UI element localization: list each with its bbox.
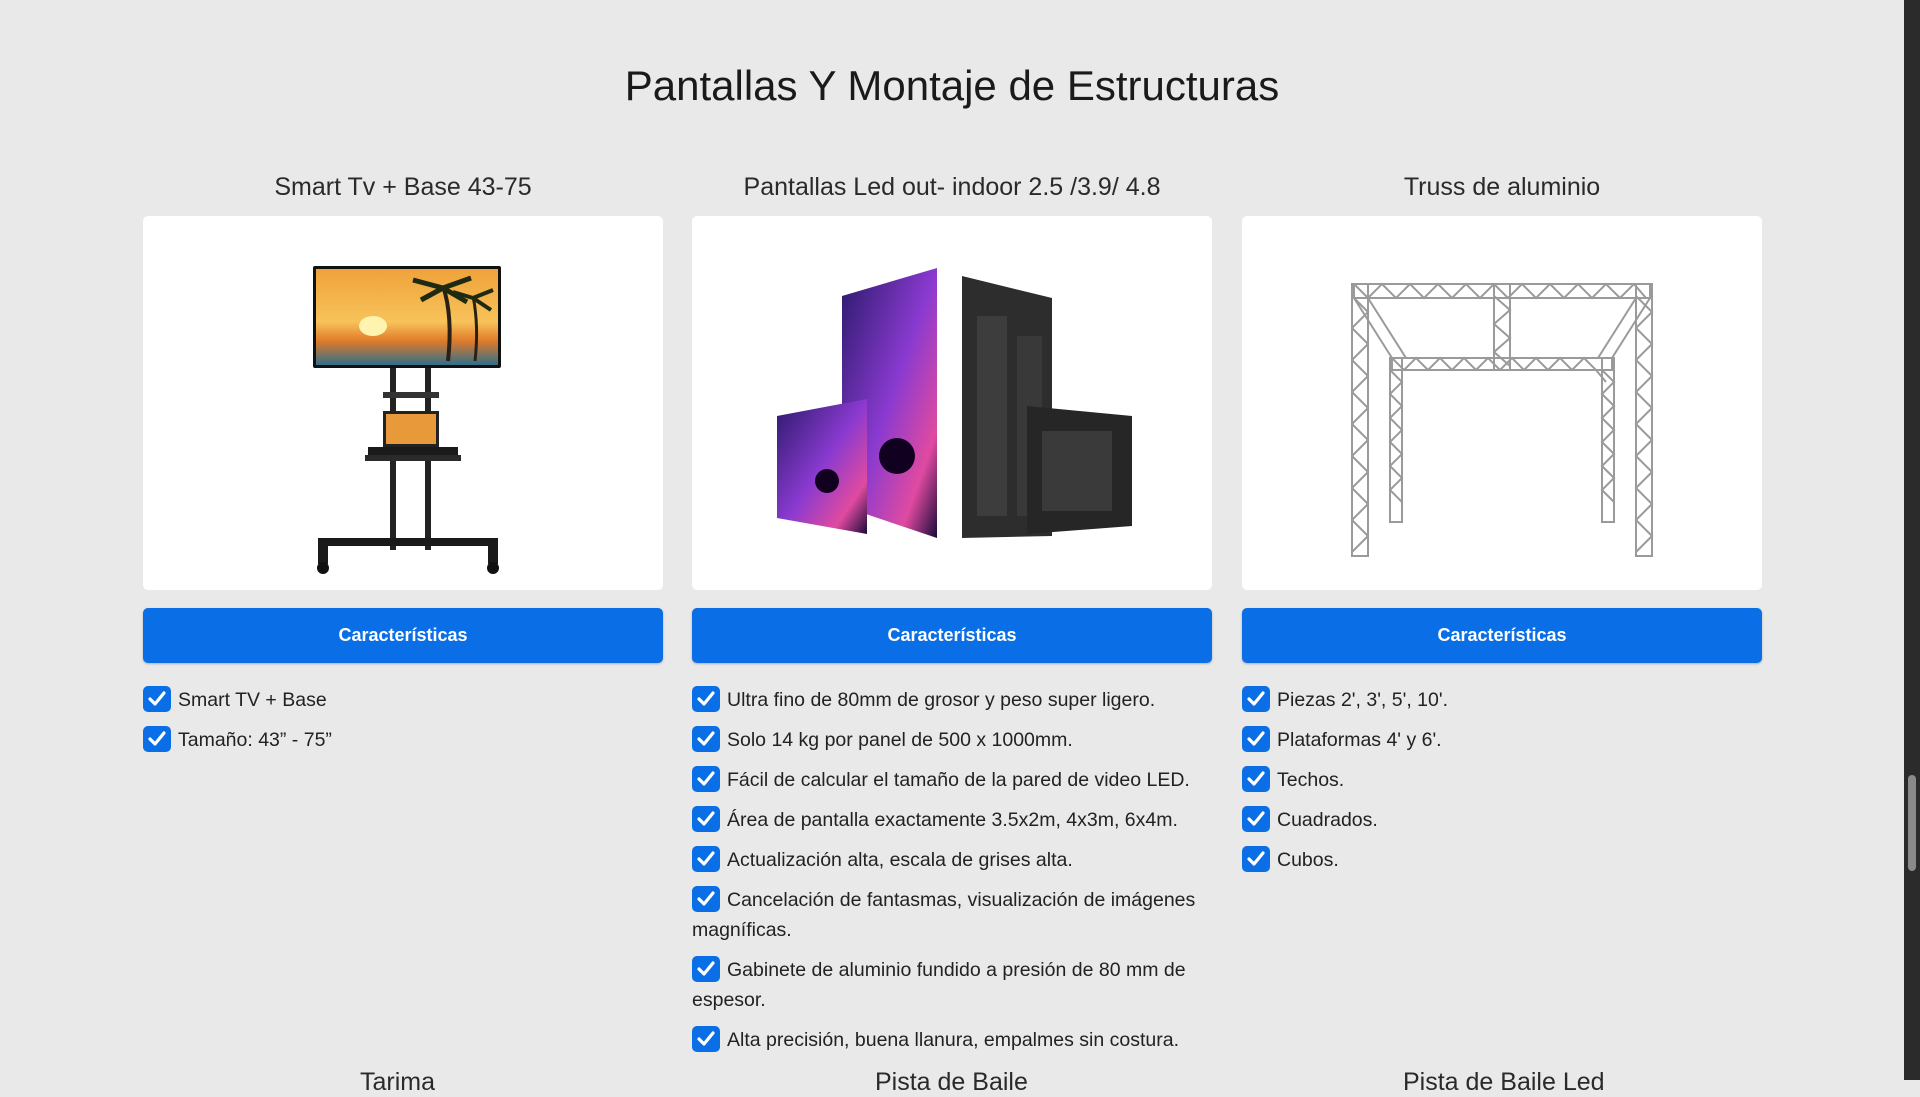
- product-title: Truss de aluminio: [1403, 173, 1601, 201]
- check-square-icon: [1242, 726, 1270, 752]
- feature-item: Alta precisión, buena llanura, empalmes …: [692, 1025, 1212, 1055]
- feature-text: Área de pantalla exactamente 3.5x2m, 4x3…: [727, 809, 1178, 831]
- feature-item: Cubos.: [1242, 845, 1762, 875]
- feature-item: Cuadrados.: [1242, 805, 1762, 835]
- feature-text: Techos.: [1277, 769, 1345, 791]
- led-panels-image: [692, 216, 1212, 590]
- feature-list: Ultra fino de 80mm de grosor y peso supe…: [692, 685, 1212, 1055]
- tv-stand-image: [143, 216, 663, 590]
- feature-list: Smart TV + Base Tamaño: 43” - 75”: [143, 685, 663, 755]
- page-title: Pantallas Y Montaje de Estructuras: [624, 62, 1280, 109]
- feature-item: Smart TV + Base: [143, 685, 663, 715]
- feature-item: Gabinete de aluminio fundido a presión d…: [692, 955, 1212, 1015]
- scrollbar[interactable]: [1904, 0, 1920, 1080]
- feature-text: Cancelación de fantasmas, visualización …: [692, 889, 1196, 941]
- feature-text: Actualización alta, escala de grises alt…: [727, 849, 1073, 871]
- feature-text: Ultra fino de 80mm de grosor y peso supe…: [727, 689, 1156, 711]
- feature-item: Piezas 2', 3', 5', 10'.: [1242, 685, 1762, 715]
- features-button[interactable]: Características: [1242, 608, 1762, 663]
- check-square-icon: [692, 886, 720, 912]
- product-card-truss: Truss de aluminio Características Piezas…: [1242, 168, 1762, 885]
- feature-text: Tamaño: 43” - 75”: [178, 729, 332, 751]
- check-square-icon: [692, 1026, 720, 1052]
- feature-item: Ultra fino de 80mm de grosor y peso supe…: [692, 685, 1212, 715]
- check-square-icon: [692, 846, 720, 872]
- product-card-led-panels: Pantallas Led out- indoor 2.5 /3.9/ 4.8: [692, 168, 1212, 1065]
- product-card-smart-tv: Smart Tv + Base 43-75 Características Sm…: [143, 168, 663, 765]
- feature-item: Solo 14 kg por panel de 500 x 1000mm.: [692, 725, 1212, 755]
- check-square-icon: [143, 686, 171, 712]
- product-title: Smart Tv + Base 43-75: [274, 173, 532, 201]
- product-title: Pista de Baile: [875, 1068, 1028, 1096]
- feature-item: Fácil de calcular el tamaño de la pared …: [692, 765, 1212, 795]
- check-square-icon: [692, 766, 720, 792]
- check-square-icon: [692, 806, 720, 832]
- feature-text: Plataformas 4' y 6'.: [1277, 729, 1442, 751]
- feature-text: Solo 14 kg por panel de 500 x 1000mm.: [727, 729, 1073, 751]
- feature-text: Fácil de calcular el tamaño de la pared …: [727, 769, 1190, 791]
- feature-text: Smart TV + Base: [178, 689, 327, 711]
- scrollbar-thumb[interactable]: [1908, 775, 1916, 871]
- feature-text: Piezas 2', 3', 5', 10'.: [1277, 689, 1448, 711]
- check-square-icon: [1242, 806, 1270, 832]
- check-square-icon: [692, 686, 720, 712]
- feature-text: Cubos.: [1277, 849, 1339, 871]
- product-title: Pantallas Led out- indoor 2.5 /3.9/ 4.8: [743, 173, 1161, 201]
- feature-item: Área de pantalla exactamente 3.5x2m, 4x3…: [692, 805, 1212, 835]
- features-button[interactable]: Características: [143, 608, 663, 663]
- feature-text: Gabinete de aluminio fundido a presión d…: [692, 959, 1186, 1011]
- feature-item: Tamaño: 43” - 75”: [143, 725, 663, 755]
- product-title: Pista de Baile Led: [1403, 1068, 1605, 1096]
- features-button[interactable]: Características: [692, 608, 1212, 663]
- feature-item: Plataformas 4' y 6'.: [1242, 725, 1762, 755]
- aluminum-truss-image: [1242, 216, 1762, 590]
- feature-list: Piezas 2', 3', 5', 10'. Plataformas 4' y…: [1242, 685, 1762, 875]
- product-title: Tarima: [360, 1068, 436, 1096]
- check-square-icon: [1242, 686, 1270, 712]
- check-square-icon: [1242, 766, 1270, 792]
- feature-item: Actualización alta, escala de grises alt…: [692, 845, 1212, 875]
- feature-item: Techos.: [1242, 765, 1762, 795]
- feature-text: Cuadrados.: [1277, 809, 1378, 831]
- check-square-icon: [143, 726, 171, 752]
- check-square-icon: [692, 956, 720, 982]
- feature-item: Cancelación de fantasmas, visualización …: [692, 885, 1212, 945]
- feature-text: Alta precisión, buena llanura, empalmes …: [727, 1029, 1179, 1051]
- check-square-icon: [692, 726, 720, 752]
- check-square-icon: [1242, 846, 1270, 872]
